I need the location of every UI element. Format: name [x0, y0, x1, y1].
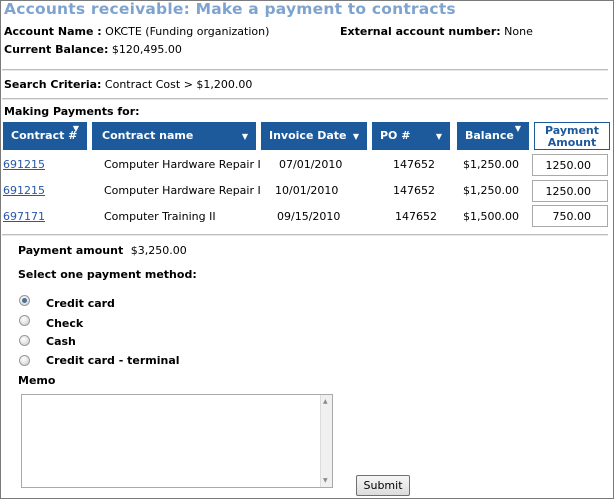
sort-down-icon: ▼ — [352, 132, 359, 141]
column-header-label: PO # — [380, 129, 411, 142]
balance-cell: $1,250.00 — [463, 184, 519, 197]
sort-down-icon: ▼ — [72, 124, 79, 133]
radio-check[interactable] — [19, 315, 30, 326]
column-header-label: Contract # — [11, 129, 78, 142]
contract-name-cell: Computer Hardware Repair I — [104, 158, 261, 171]
column-header-label: Invoice Date — [269, 129, 347, 142]
memo-textarea[interactable]: ▲ ▼ — [21, 394, 333, 488]
payment-amount-label: Payment amount — [18, 244, 124, 257]
current-balance-row: Current Balance: $120,495.00 — [4, 43, 182, 56]
radio-credit-card-terminal[interactable] — [19, 355, 30, 366]
po-cell: 147652 — [395, 210, 437, 223]
account-name-label: Account Name : — [4, 25, 102, 38]
contract-link[interactable]: 691215 — [3, 184, 45, 197]
sort-down-icon: ▼ — [241, 132, 248, 141]
divider — [2, 69, 608, 71]
scroll-down-icon[interactable]: ▼ — [323, 477, 328, 484]
sort-down-icon: ▼ — [514, 124, 521, 133]
balance-cell: $1,500.00 — [463, 210, 519, 223]
account-name-value: OKCTE (Funding organization) — [105, 25, 270, 38]
making-payments-heading: Making Payments for: — [4, 105, 140, 118]
column-header-balance[interactable]: Balance ▼ — [457, 122, 529, 150]
radio-label: Credit card - terminal — [46, 354, 180, 367]
po-cell: 147652 — [393, 184, 435, 197]
divider — [2, 98, 608, 100]
account-name-row: Account Name : OKCTE (Funding organizati… — [4, 25, 269, 38]
page-title: Accounts receivable: Make a payment to c… — [4, 0, 456, 18]
divider — [2, 234, 608, 236]
sort-down-icon: ▼ — [435, 132, 442, 141]
search-criteria-row: Search Criteria: Contract Cost > $1,200.… — [4, 78, 252, 91]
scroll-up-icon[interactable]: ▲ — [323, 398, 328, 405]
payment-amount-input[interactable] — [532, 180, 608, 202]
memo-label: Memo — [18, 374, 56, 387]
balance-cell: $1,250.00 — [463, 158, 519, 171]
payment-amount-row: Payment amount $3,250.00 — [18, 244, 187, 257]
column-header-po[interactable]: PO # ▼ — [372, 122, 450, 150]
column-header-payment-amount: Payment Amount — [534, 122, 610, 150]
payment-amount-input[interactable] — [532, 205, 608, 227]
submit-button[interactable]: Submit — [356, 475, 410, 496]
payment-method-prompt: Select one payment method: — [18, 268, 197, 281]
current-balance-label: Current Balance: — [4, 43, 109, 56]
payment-amount-value: $3,250.00 — [130, 244, 187, 257]
contract-link[interactable]: 697171 — [3, 210, 45, 223]
scrollbar[interactable]: ▲ ▼ — [320, 395, 332, 487]
contract-link[interactable]: 691215 — [3, 158, 45, 171]
invoice-date-cell: 09/15/2010 — [277, 210, 341, 223]
invoice-date-cell: 10/01/2010 — [275, 184, 339, 197]
radio-credit-card[interactable] — [19, 295, 30, 306]
column-header-contract[interactable]: Contract # ▼ — [3, 122, 87, 150]
po-cell: 147652 — [393, 158, 435, 171]
current-balance-value: $120,495.00 — [111, 43, 182, 56]
radio-label: Check — [46, 317, 84, 330]
radio-label: Cash — [46, 335, 76, 348]
column-header-invoice-date[interactable]: Invoice Date ▼ — [261, 122, 367, 150]
search-criteria-value: Contract Cost > $1,200.00 — [104, 78, 253, 91]
payment-amount-input[interactable] — [532, 154, 608, 176]
external-account-label: External account number: — [340, 25, 501, 38]
external-account-row: External account number: None — [340, 25, 533, 38]
search-criteria-label: Search Criteria: — [4, 78, 102, 91]
radio-cash[interactable] — [19, 335, 30, 346]
external-account-value: None — [504, 25, 533, 38]
contract-name-cell: Computer Training II — [104, 210, 216, 223]
column-header-label: Contract name — [102, 129, 194, 142]
contract-name-cell: Computer Hardware Repair I — [104, 184, 261, 197]
column-header-label: Balance — [465, 129, 514, 142]
radio-label: Credit card — [46, 297, 115, 310]
column-header-label: Amount — [547, 136, 597, 149]
column-header-contract-name[interactable]: Contract name ▼ — [92, 122, 256, 150]
invoice-date-cell: 07/01/2010 — [279, 158, 343, 171]
